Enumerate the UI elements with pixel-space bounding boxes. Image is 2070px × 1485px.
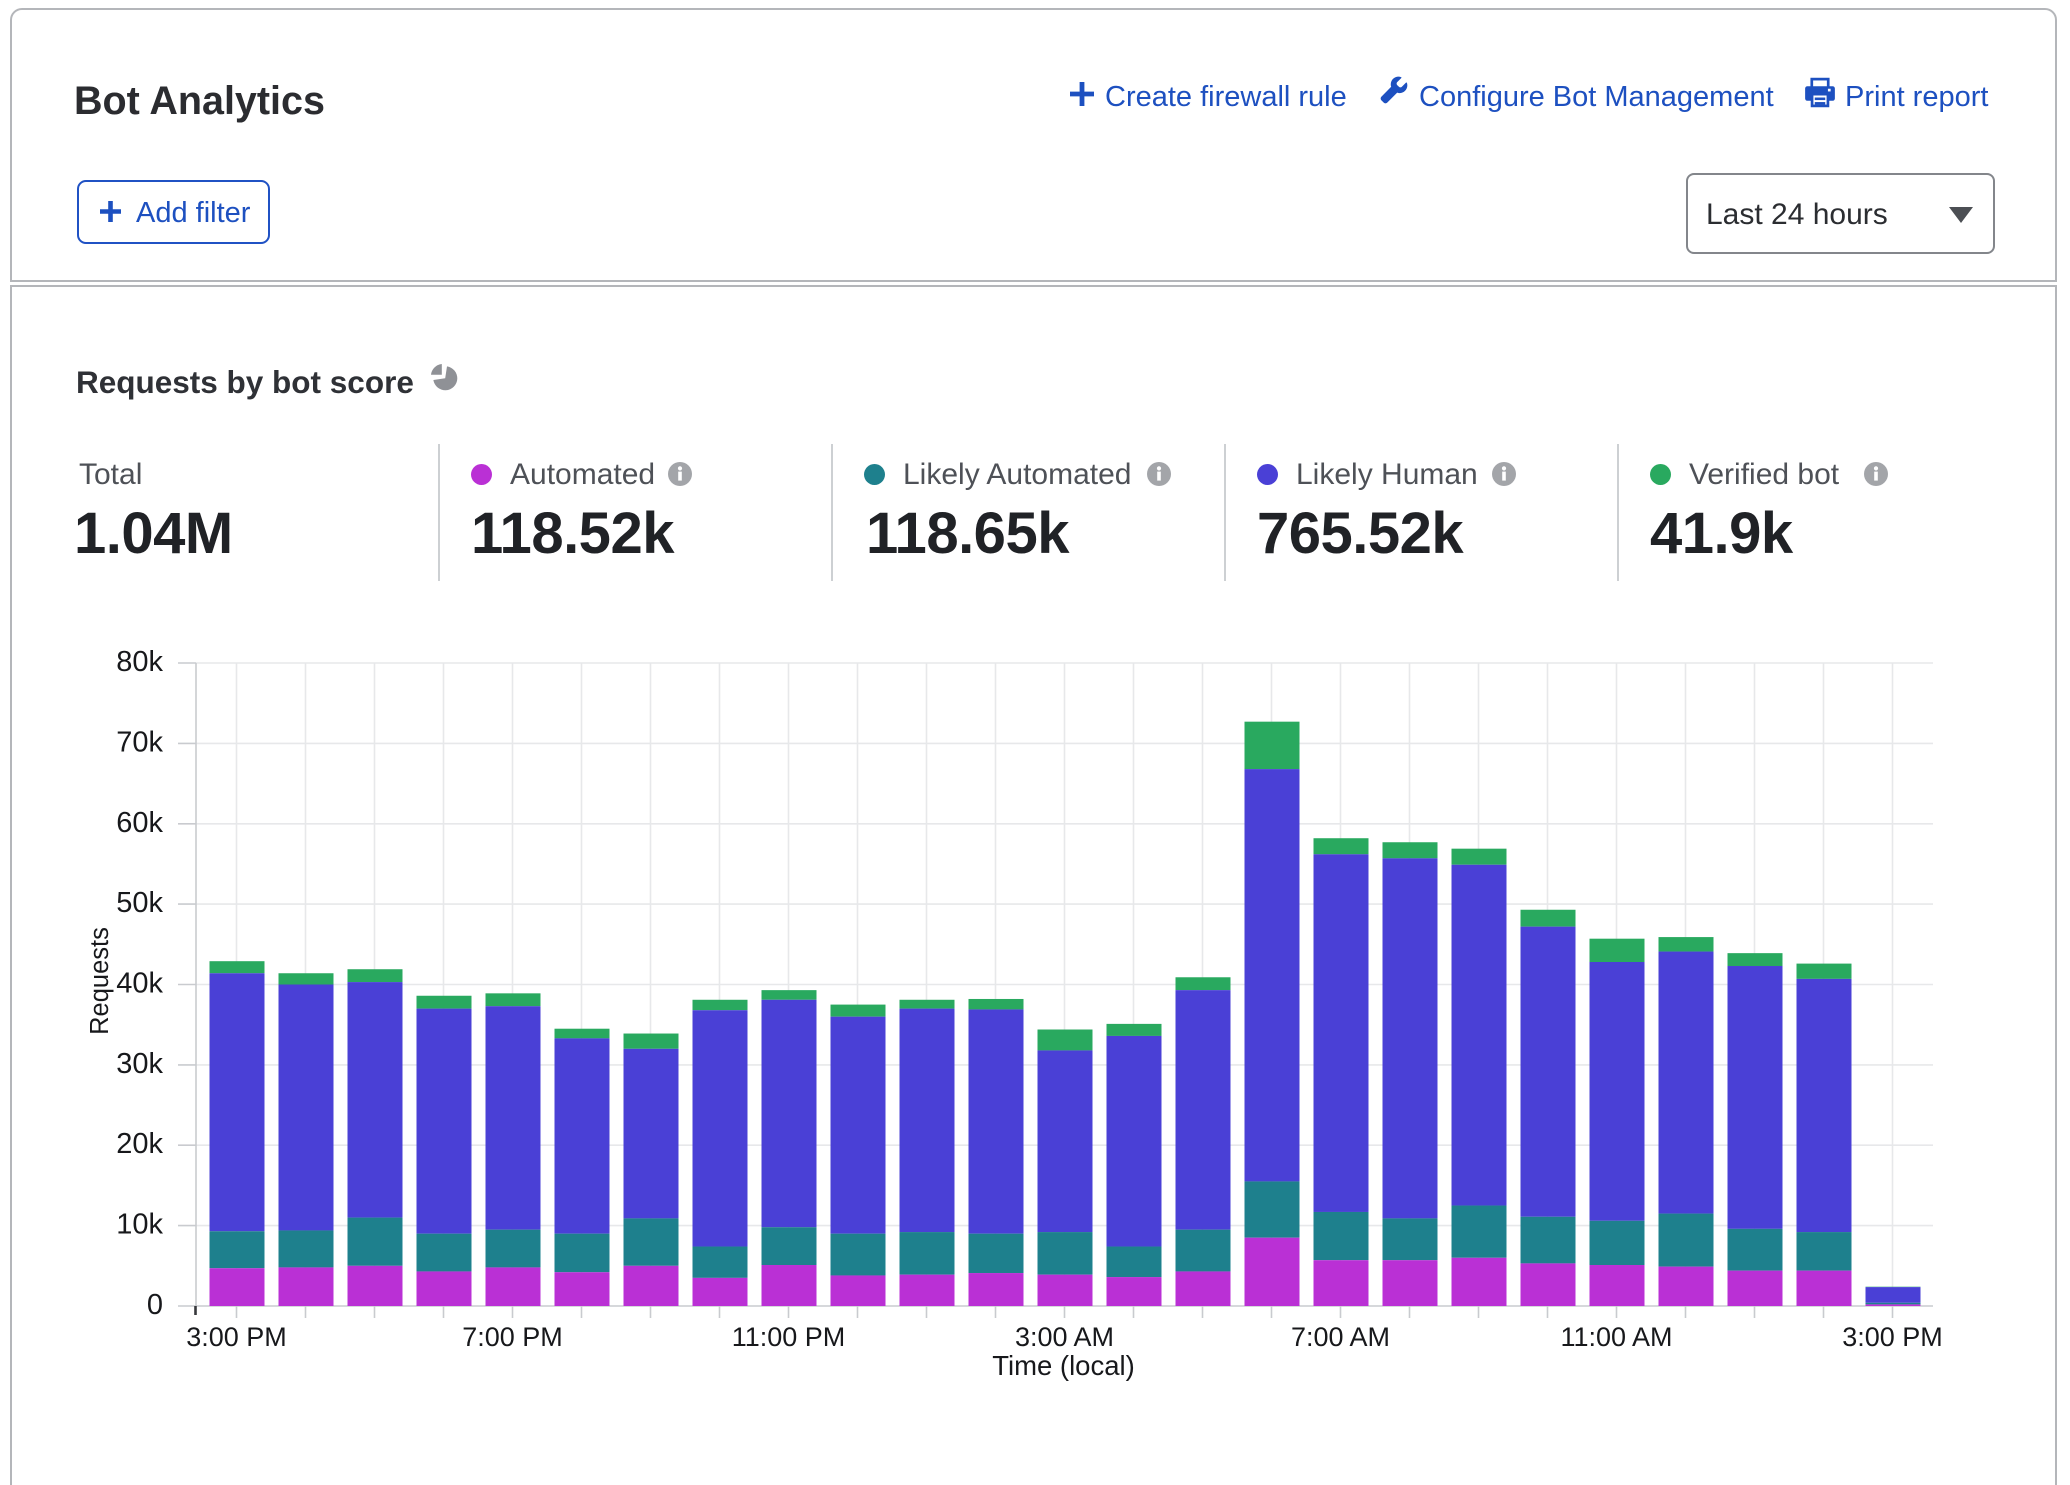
svg-text:11:00 PM: 11:00 PM — [732, 1322, 846, 1352]
svg-text:20k: 20k — [116, 1128, 163, 1160]
svg-text:3:00 PM: 3:00 PM — [1842, 1322, 1943, 1352]
svg-text:Requests: Requests — [86, 927, 114, 1035]
svg-text:11:00 AM: 11:00 AM — [1560, 1322, 1672, 1352]
svg-text:50k: 50k — [116, 887, 163, 919]
svg-text:7:00 PM: 7:00 PM — [462, 1322, 563, 1352]
svg-text:60k: 60k — [116, 807, 163, 839]
svg-text:7:00 AM: 7:00 AM — [1291, 1322, 1390, 1352]
svg-text:30k: 30k — [116, 1048, 163, 1080]
svg-text:0: 0 — [147, 1289, 163, 1321]
svg-text:3:00 AM: 3:00 AM — [1015, 1322, 1114, 1352]
svg-text:10k: 10k — [116, 1209, 163, 1241]
svg-text:70k: 70k — [116, 726, 163, 758]
svg-text:Time (local): Time (local) — [992, 1350, 1135, 1381]
svg-text:40k: 40k — [116, 968, 163, 1000]
svg-text:3:00 PM: 3:00 PM — [186, 1322, 287, 1352]
svg-text:80k: 80k — [116, 646, 163, 678]
